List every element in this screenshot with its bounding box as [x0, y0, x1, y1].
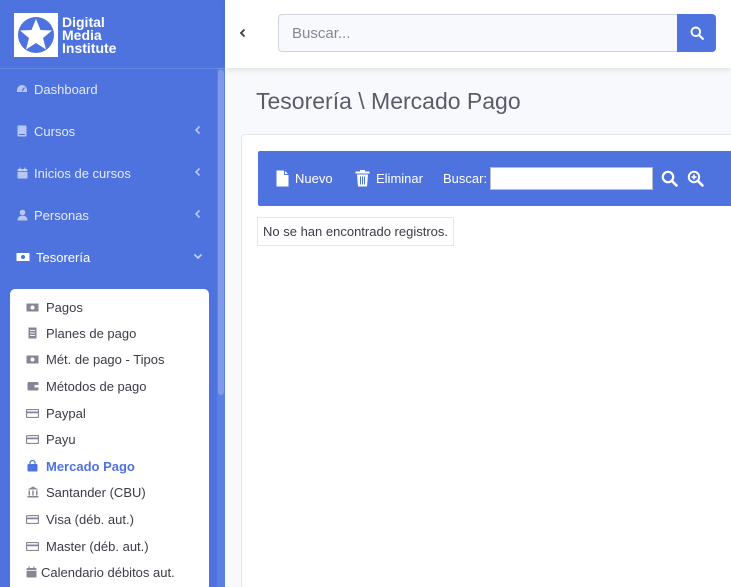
submenu-item-label: Planes de pago [46, 325, 137, 341]
trash-icon [355, 169, 370, 187]
submenu-item-label: Santander (CBU) [46, 484, 146, 500]
new-button-label: Nuevo [295, 170, 333, 186]
chevron-left-icon [192, 124, 204, 136]
zoom-in-icon [687, 170, 704, 187]
sidebar-item-label: Dashboard [34, 81, 98, 97]
submenu-item-label: Métodos de pago [46, 378, 147, 394]
wallet-icon [26, 380, 39, 392]
submenu-item-visa[interactable]: Visa (déb. aut.) [10, 506, 209, 532]
submenu-item-label: Master (déb. aut.) [46, 538, 149, 554]
chevron-left-icon [192, 208, 204, 220]
sidebar-item-personas[interactable]: Personas [0, 194, 216, 236]
chevron-down-icon [192, 250, 204, 262]
submenu-item-label: Visa (déb. aut.) [46, 511, 134, 527]
sidebar-item-dashboard[interactable]: Dashboard [0, 68, 216, 110]
calendar-icon [26, 566, 37, 578]
search-icon [690, 26, 704, 40]
sidebar-item-tesoreria[interactable]: Tesorería [0, 236, 216, 278]
sidebar-item-cursos[interactable]: Cursos [0, 110, 216, 152]
search-input[interactable] [279, 15, 678, 51]
submenu-item-label: Calendario débitos aut. [41, 564, 175, 580]
credit-card-icon [26, 407, 39, 419]
bank-icon [26, 486, 39, 498]
empty-records-message: No se han encontrado registros. [257, 217, 454, 246]
submenu-item-paypal[interactable]: Paypal [10, 400, 209, 426]
chevron-left-icon [239, 28, 246, 38]
submenu-item-planes[interactable]: Planes de pago [10, 320, 209, 346]
calendar-icon [16, 167, 28, 179]
submenu-item-pagos[interactable]: Pagos [10, 294, 209, 320]
page-title: Tesorería \ Mercado Pago [256, 88, 521, 114]
search-icon [661, 170, 678, 187]
submenu-item-calendario[interactable]: Calendario débitos aut. [10, 559, 209, 585]
topbar [225, 0, 731, 68]
sidebar-scrollbar-thumb[interactable] [218, 70, 224, 395]
sidebar-item-label: Cursos [34, 123, 76, 139]
delete-button[interactable]: Eliminar [355, 168, 423, 188]
new-button[interactable]: Nuevo [276, 168, 333, 188]
submenu-item-met-tipos[interactable]: Mét. de pago - Tipos [10, 346, 209, 372]
brand[interactable]: Digital Media Institute [14, 12, 214, 58]
chevron-left-icon [192, 166, 204, 178]
sidebar-item-label: Personas [34, 207, 89, 223]
list-icon [26, 327, 39, 339]
file-icon [276, 170, 289, 187]
sidebar: Digital Media Institute Dashboard Cursos… [0, 0, 225, 587]
delete-button-label: Eliminar [376, 170, 423, 186]
submenu-item-label: Paypal [46, 405, 86, 421]
tesoreria-submenu: Pagos Planes de pago Mét. de pago - Tipo… [10, 289, 209, 587]
brand-line: Institute [62, 39, 117, 56]
submenu-item-master[interactable]: Master (déb. aut.) [10, 533, 209, 559]
submenu-item-label: Payu [46, 431, 76, 447]
money-bill-icon [26, 353, 39, 365]
grid-search-input[interactable] [491, 168, 652, 189]
grid-search-field[interactable] [490, 167, 653, 190]
user-icon [16, 209, 28, 221]
advanced-search-button[interactable] [685, 168, 705, 188]
sidebar-item-label: Tesorería [36, 249, 91, 265]
submenu-item-label: Mercado Pago [46, 458, 135, 474]
star-logo-icon [14, 13, 58, 57]
credit-card-icon [26, 540, 39, 552]
submenu-item-metodos[interactable]: Métodos de pago [10, 373, 209, 399]
money-bill-icon [26, 301, 39, 313]
submenu-item-label: Pagos [46, 299, 83, 315]
book-icon [16, 125, 28, 137]
grid-toolbar: Nuevo Eliminar Buscar: [258, 151, 731, 206]
search-button[interactable] [677, 14, 716, 52]
sidebar-item-label: Inicios de cursos [34, 165, 131, 181]
grid-search-label: Buscar: [443, 171, 488, 186]
sidebar-item-inicios[interactable]: Inicios de cursos [0, 152, 216, 194]
credit-card-icon [26, 433, 39, 445]
submenu-item-label: Mét. de pago - Tipos [46, 351, 165, 367]
brand-name: Digital Media Institute [62, 15, 117, 56]
money-bill-icon [16, 251, 30, 263]
grid-search-button[interactable] [659, 168, 679, 188]
submenu-item-mercado-pago[interactable]: Mercado Pago [10, 453, 209, 479]
tachometer-icon [16, 83, 28, 95]
shopping-bag-icon [26, 460, 39, 472]
credit-card-icon [26, 513, 39, 525]
search-field[interactable] [278, 14, 678, 52]
submenu-item-santander[interactable]: Santander (CBU) [10, 479, 209, 505]
submenu-item-payu[interactable]: Payu [10, 426, 209, 452]
sidebar-toggle-button[interactable] [235, 22, 251, 44]
